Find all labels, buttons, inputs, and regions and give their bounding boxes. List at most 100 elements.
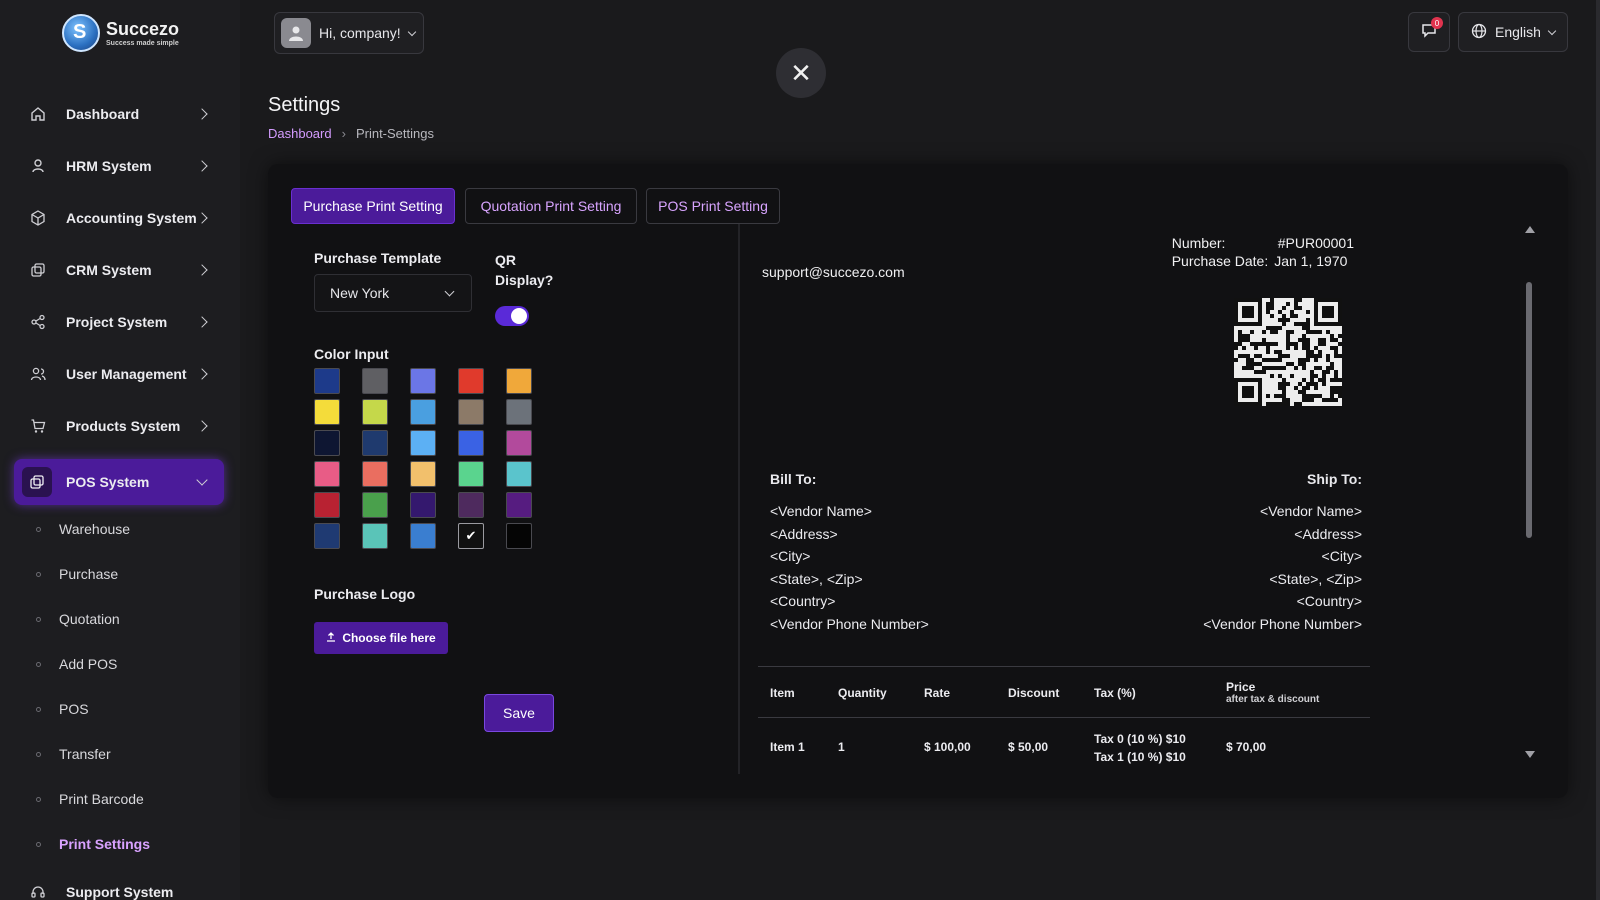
- sidebar-item-accounting[interactable]: Accounting System: [14, 196, 224, 240]
- brand-logo[interactable]: S Succezo Success made simple: [62, 14, 179, 52]
- sidebar-subitem-print-barcode[interactable]: Print Barcode: [36, 788, 144, 810]
- color-swatch[interactable]: [362, 368, 388, 394]
- preview-email: support@succezo.com: [762, 264, 905, 280]
- user-greeting: Hi, company!: [319, 25, 401, 41]
- color-swatch[interactable]: [506, 461, 532, 487]
- upload-icon: [326, 631, 336, 645]
- color-swatch[interactable]: [458, 430, 484, 456]
- sidebar-item-dashboard[interactable]: Dashboard: [14, 92, 224, 136]
- bullet-icon: [36, 571, 41, 577]
- color-swatch[interactable]: [314, 399, 340, 425]
- breadcrumb-current: Print-Settings: [355, 126, 434, 141]
- tab-quotation-print-setting[interactable]: Quotation Print Setting: [465, 188, 637, 224]
- tab-purchase-print-setting[interactable]: Purchase Print Setting: [291, 188, 455, 224]
- sidebar-item-label: Accounting System: [66, 210, 197, 226]
- tab-pos-print-setting[interactable]: POS Print Setting: [646, 188, 780, 224]
- color-swatch[interactable]: [410, 523, 436, 549]
- table-cell-tax: Tax 0 (10 %) $10 Tax 1 (10 %) $10: [1094, 732, 1186, 764]
- preview-scrollbar[interactable]: [1522, 222, 1536, 762]
- sidebar-subitem-quotation[interactable]: Quotation: [36, 608, 120, 630]
- sidebar-item-label: Dashboard: [66, 106, 140, 122]
- color-swatch[interactable]: [410, 461, 436, 487]
- bullet-icon: [36, 706, 41, 712]
- color-swatch[interactable]: [314, 430, 340, 456]
- color-swatch[interactable]: [506, 492, 532, 518]
- sidebar-item-project[interactable]: Project System: [14, 300, 224, 344]
- color-swatch[interactable]: [506, 523, 532, 549]
- table-header: Tax (%): [1094, 686, 1136, 700]
- color-swatch[interactable]: [362, 430, 388, 456]
- table-header: Quantity: [838, 686, 887, 700]
- color-swatch[interactable]: [410, 368, 436, 394]
- scroll-up-icon[interactable]: [1525, 226, 1535, 233]
- sidebar-subitem-pos[interactable]: POS: [36, 698, 89, 720]
- notifications-button[interactable]: 0: [1408, 12, 1450, 52]
- color-swatch[interactable]: [314, 461, 340, 487]
- sidebar-subitem-print-settings[interactable]: Print Settings: [36, 833, 150, 855]
- address-line: <Country>: [1296, 593, 1362, 609]
- sidebar-item-hrm[interactable]: HRM System: [14, 144, 224, 188]
- color-swatch[interactable]: [458, 368, 484, 394]
- address-line: <State>, <Zip>: [770, 570, 863, 587]
- scroll-down-icon[interactable]: [1525, 751, 1535, 758]
- sidebar-item-user-management[interactable]: User Management: [14, 352, 224, 396]
- sidebar-item-label: Products System: [66, 418, 181, 434]
- color-swatch[interactable]: [314, 523, 340, 549]
- color-swatch[interactable]: [410, 492, 436, 518]
- color-swatch[interactable]: [314, 368, 340, 394]
- number-value: #PUR00001: [1277, 235, 1354, 251]
- color-swatch[interactable]: [314, 492, 340, 518]
- bullet-icon: [36, 796, 41, 802]
- address-line: <Vendor Phone Number>: [1203, 615, 1362, 632]
- qr-display-toggle[interactable]: [495, 306, 529, 326]
- user-menu-button[interactable]: Hi, company!: [274, 12, 424, 54]
- choose-file-button[interactable]: Choose file here: [314, 622, 448, 654]
- sidebar-subitem-warehouse[interactable]: Warehouse: [36, 518, 130, 540]
- color-swatch[interactable]: [458, 492, 484, 518]
- sidebar-item-products[interactable]: Products System: [14, 404, 224, 448]
- notification-badge: 0: [1431, 17, 1443, 29]
- save-button[interactable]: Save: [484, 694, 554, 732]
- color-swatch[interactable]: [410, 399, 436, 425]
- template-select[interactable]: New York: [314, 274, 472, 312]
- scrollbar-thumb[interactable]: [1526, 282, 1532, 538]
- sidebar-subitem-transfer[interactable]: Transfer: [36, 743, 111, 765]
- panel-divider: [738, 224, 740, 774]
- sidebar-subitem-add-pos[interactable]: Add POS: [36, 653, 117, 675]
- address-line: <Country>: [770, 593, 836, 609]
- bullet-icon: [36, 526, 41, 532]
- table-cell-discount: $ 50,00: [1008, 740, 1049, 754]
- close-button[interactable]: ✕: [776, 48, 826, 98]
- address-line: <Address>: [1294, 525, 1362, 542]
- sidebar-item-support[interactable]: Support System: [14, 870, 224, 900]
- sidebar-item-crm[interactable]: CRM System: [14, 248, 224, 292]
- chevron-down-icon: [196, 474, 208, 486]
- color-swatch[interactable]: [410, 430, 436, 456]
- table-header: Item: [770, 686, 795, 700]
- color-swatch[interactable]: [506, 399, 532, 425]
- color-swatch[interactable]: [362, 492, 388, 518]
- purchase-date-value: Jan 1, 1970: [1274, 253, 1348, 269]
- close-icon: ✕: [790, 57, 812, 88]
- sidebar-item-pos[interactable]: POS System: [14, 459, 224, 505]
- brand-name: Succezo: [106, 18, 180, 39]
- purchase-logo-label: Purchase Logo: [314, 586, 416, 602]
- language-selector[interactable]: English: [1458, 12, 1568, 52]
- sidebar-subitem-purchase[interactable]: Purchase: [36, 563, 118, 585]
- color-swatch[interactable]: [362, 461, 388, 487]
- table-cell-rate: $ 100,00: [924, 740, 971, 754]
- home-icon: [28, 104, 48, 124]
- table-cell-price: $ 70,00: [1226, 740, 1267, 754]
- color-swatch[interactable]: [362, 523, 388, 549]
- color-swatch[interactable]: [506, 368, 532, 394]
- color-swatch[interactable]: [506, 430, 532, 456]
- page-scrollbar[interactable]: [1596, 0, 1600, 900]
- chevron-right-icon: [196, 368, 208, 380]
- color-swatch[interactable]: [458, 461, 484, 487]
- color-swatch[interactable]: [362, 399, 388, 425]
- color-swatch[interactable]: [458, 399, 484, 425]
- table-cell-item: Item 1: [770, 740, 805, 754]
- breadcrumb-home-link[interactable]: Dashboard: [268, 126, 332, 141]
- chevron-right-icon: [196, 264, 208, 276]
- color-swatch[interactable]: ✔: [458, 523, 484, 549]
